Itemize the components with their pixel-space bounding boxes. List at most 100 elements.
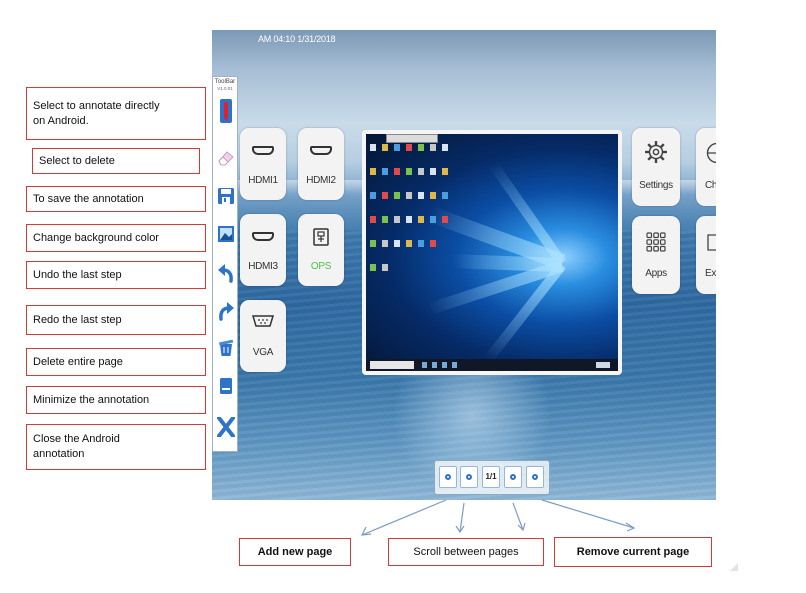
desktop-icon [418, 168, 424, 175]
app-tile-ch[interactable]: Ch [696, 128, 716, 206]
label-remove-current-page: Remove current page [554, 537, 712, 567]
callout-text: Undo the last step [33, 268, 122, 281]
source-tile-hdmi2[interactable]: HDMI2 [298, 128, 344, 200]
taskbar-search [370, 361, 414, 369]
source-label: VGA [252, 347, 274, 358]
callout-delete-page: Delete entire page [26, 348, 206, 376]
callout-text: Select to annotate directly on Android. [33, 99, 160, 127]
desktop-icon [382, 240, 388, 247]
source-label: HDMI1 [248, 175, 278, 186]
desktop-icon [394, 240, 400, 247]
gear-icon [644, 140, 668, 169]
resize-corner [730, 563, 738, 571]
toolbar-title: ToolBar [214, 79, 236, 85]
delete-page-icon[interactable] [217, 339, 235, 357]
background-color-icon[interactable] [217, 225, 235, 243]
callout-text: Delete entire page [33, 355, 123, 368]
apps-grid-icon [646, 232, 666, 257]
hdmi-icon [252, 232, 274, 241]
callout-text: Redo the last step [33, 313, 122, 326]
desktop-icon [430, 168, 436, 175]
desktop-icon [370, 192, 376, 199]
arrow-remove-page [541, 499, 635, 529]
hdmi-icon [310, 146, 332, 155]
desktop-icon [382, 168, 388, 175]
previous-page-icon [466, 474, 472, 480]
arrow-head [455, 525, 465, 534]
add-page-button[interactable] [439, 466, 457, 488]
label-scroll-pages: Scroll between pages [388, 538, 544, 566]
globe-icon [706, 142, 716, 169]
arrow-head [625, 522, 636, 532]
desktop-icon [382, 264, 388, 271]
ops-desktop-preview[interactable] [362, 130, 622, 375]
desktop-icon [430, 144, 436, 151]
app-tile-settings[interactable]: Settings [632, 128, 680, 206]
callout-text: Change background color [33, 231, 159, 244]
windows-taskbar [366, 359, 618, 371]
desktop-icon [418, 192, 424, 199]
desktop-icon [430, 240, 436, 247]
callout-save: To save the annotation [26, 186, 206, 212]
taskbar-app-icon [452, 362, 457, 368]
taskbar-app-icon [422, 362, 427, 368]
desktop-icon [370, 216, 376, 223]
page-counter: 1/1 [482, 466, 500, 488]
add-page-icon [445, 474, 451, 480]
eraser-icon[interactable] [217, 149, 235, 167]
app-label: Ex [705, 268, 716, 279]
desktop-icon [442, 216, 448, 223]
app-tile-apps[interactable]: Apps [632, 216, 680, 294]
arrow-add-page [361, 499, 447, 536]
next-page-icon [510, 474, 516, 480]
callout-text: Minimize the annotation [33, 393, 150, 406]
desktop-icon [442, 168, 448, 175]
desktop-icon [418, 216, 424, 223]
window-titlebar [386, 134, 438, 143]
desktop-icon [430, 216, 436, 223]
desktop-icon [370, 240, 376, 247]
source-label: OPS [310, 261, 332, 272]
source-tile-ops[interactable]: OPS [298, 214, 344, 286]
source-tile-vga[interactable]: VGA [240, 300, 286, 372]
pen-icon[interactable] [217, 99, 235, 123]
callout-text: To save the annotation [33, 192, 144, 205]
desktop-icon [442, 144, 448, 151]
desktop-icon [406, 192, 412, 199]
page-control: 1/1 [434, 460, 550, 495]
desktop-icon [394, 216, 400, 223]
desktop-icon [406, 240, 412, 247]
redo-icon[interactable] [217, 301, 235, 321]
next-page-button[interactable] [504, 466, 522, 488]
minimize-icon[interactable] [217, 377, 235, 395]
remove-page-button[interactable] [526, 466, 544, 488]
callout-undo: Undo the last step [26, 261, 206, 289]
desktop-icon [382, 192, 388, 199]
desktop-icon [370, 264, 376, 271]
desktop-icon [394, 144, 400, 151]
windows-desktop [366, 134, 618, 371]
desktop-icon [382, 144, 388, 151]
callout-eraser: Select to delete [32, 148, 200, 174]
undo-icon[interactable] [217, 263, 235, 283]
close-icon[interactable] [217, 416, 235, 438]
arrow-scroll-prev [459, 502, 465, 533]
desktop-icon [382, 216, 388, 223]
callout-text: Select to delete [39, 154, 115, 167]
taskbar-app-icon [442, 362, 447, 368]
app-tile-ex[interactable]: Ex [696, 216, 716, 294]
annotation-toolbar: ToolBar V1.0.01 [212, 76, 238, 452]
desktop-icon [406, 216, 412, 223]
desktop-icon [394, 168, 400, 175]
taskbar-clock [596, 362, 610, 368]
source-tile-hdmi1[interactable]: HDMI1 [240, 128, 286, 200]
callout-text: Close the Android annotation [33, 433, 120, 460]
desktop-icon [394, 192, 400, 199]
save-icon[interactable] [217, 187, 235, 205]
previous-page-button[interactable] [460, 466, 478, 488]
source-tile-hdmi3[interactable]: HDMI3 [240, 214, 286, 286]
desktop-icon [370, 144, 376, 151]
status-time: AM 04:10 1/31/2018 [258, 34, 336, 44]
android-screen: AM 04:10 1/31/2018 HDMI1 HDMI2 HDMI3 OPS… [212, 30, 716, 500]
callout-minimize: Minimize the annotation [26, 386, 206, 414]
